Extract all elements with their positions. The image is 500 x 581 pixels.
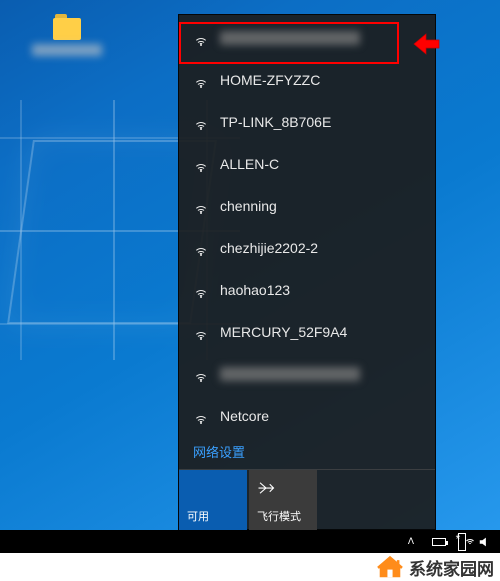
network-ssid: chezhijie2202-2	[220, 240, 318, 256]
network-ssid: haohao123	[220, 282, 290, 298]
network-ssid: ALLEN-C	[220, 156, 279, 172]
network-item[interactable]: HOME-ZFYZZC	[179, 59, 435, 101]
wifi-icon	[193, 241, 208, 255]
network-item[interactable]: ALLEN-C	[179, 143, 435, 185]
wifi-icon	[193, 73, 208, 87]
watermark-logo: 系统家园网	[375, 555, 494, 580]
system-tray: ᐱ *	[402, 533, 494, 551]
house-icon	[375, 555, 405, 579]
wifi-icon	[193, 367, 208, 381]
network-item[interactable]	[179, 353, 435, 395]
network-ssid	[220, 367, 360, 381]
wifi-icon	[193, 409, 208, 423]
network-item[interactable]: chezhijie2202-2	[179, 227, 435, 269]
wifi-icon	[193, 157, 208, 171]
network-ssid: MERCURY_52F9A4	[220, 324, 347, 340]
network-item[interactable]: Netcore	[179, 395, 435, 437]
airplane-icon	[257, 478, 275, 498]
desktop-icon-folder[interactable]	[22, 18, 112, 68]
tray-volume-icon[interactable]	[476, 533, 494, 551]
folder-icon	[53, 18, 81, 40]
tile-airplane-mode[interactable]: 飞行模式	[249, 470, 317, 530]
tray-overflow-chevron-icon[interactable]: ᐱ	[402, 533, 420, 551]
network-list: HOME-ZFYZZC TP-LINK_8B706E ALLEN-C chenning…	[179, 15, 435, 440]
wifi-icon	[193, 31, 208, 45]
network-item[interactable]: MERCURY_52F9A4	[179, 311, 435, 353]
watermark-strip: 系统家园网	[0, 553, 500, 581]
watermark-brand-text: 系统家园网	[409, 555, 494, 580]
network-item[interactable]: chenning	[179, 185, 435, 227]
tile-airplane-label: 飞行模式	[257, 508, 301, 524]
network-ssid	[220, 31, 360, 45]
wifi-icon	[193, 325, 208, 339]
network-item[interactable]: TP-LINK_8B706E	[179, 101, 435, 143]
network-item[interactable]: haohao123	[179, 269, 435, 311]
network-ssid: Netcore	[220, 408, 269, 424]
tile-wifi-label: 可用	[187, 508, 209, 524]
wifi-icon	[193, 115, 208, 129]
tile-wifi[interactable]: 可用	[179, 470, 247, 530]
network-ssid: HOME-ZFYZZC	[220, 72, 320, 88]
network-settings-link[interactable]: 网络设置	[179, 440, 435, 469]
network-ssid: chenning	[220, 198, 277, 214]
network-item[interactable]	[179, 17, 435, 59]
tray-battery-icon[interactable]	[430, 533, 448, 551]
quick-action-tiles: 可用 飞行模式	[179, 469, 435, 529]
network-ssid: TP-LINK_8B706E	[220, 114, 331, 130]
tray-network-icon[interactable]: *	[458, 533, 466, 551]
desktop: www.xhzxhbs.wn HOME-ZFYZZCTP-LINK_8B706E…	[0, 0, 500, 581]
network-flyout: HOME-ZFYZZC TP-LINK_8B706E ALLEN-C chenning…	[178, 14, 436, 530]
desktop-icon-label	[32, 44, 102, 56]
taskbar: ᐱ *	[0, 530, 500, 553]
wifi-icon	[193, 283, 208, 297]
wifi-icon	[193, 199, 208, 213]
